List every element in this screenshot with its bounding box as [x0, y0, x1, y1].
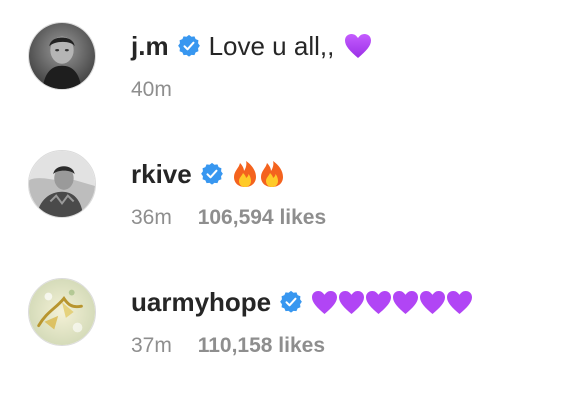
avatar-photo-icon: [29, 23, 95, 89]
avatar-photo-icon: [29, 151, 95, 217]
comment-line: j.m Love u all,,: [131, 26, 558, 66]
avatar[interactable]: [28, 150, 96, 218]
timestamp[interactable]: 36m: [131, 206, 172, 229]
comment-line: rkive: [131, 154, 558, 194]
timestamp[interactable]: 37m: [131, 334, 172, 357]
avatar[interactable]: [28, 278, 96, 346]
comment-text: Love u all,,: [208, 30, 335, 61]
comment-body: uarmyhope 37m 110,158 likes: [131, 282, 558, 358]
comment-line: uarmyhope: [131, 282, 558, 322]
username-link[interactable]: j.m: [131, 31, 169, 62]
avatar[interactable]: [28, 22, 96, 90]
purple-heart-icon: [311, 290, 338, 315]
username-link[interactable]: rkive: [131, 159, 192, 190]
verified-badge-icon: [177, 34, 201, 58]
comment-body: rkive 36m 106,594 likes: [131, 154, 558, 230]
username-link[interactable]: uarmyhope: [131, 287, 271, 318]
comment-meta: 36m 106,594 likes: [131, 206, 558, 230]
purple-heart-icon: [344, 33, 372, 59]
comment-item: rkive 36m 106,594 likes: [28, 140, 558, 240]
purple-heart-icon: [338, 290, 365, 315]
fire-icon: [232, 160, 258, 188]
purple-heart-icon: [419, 290, 446, 315]
fire-icon: [259, 160, 285, 188]
likes-count-link[interactable]: 110,158 likes: [198, 334, 325, 357]
comment-item: uarmyhope 37m 110,158 likes: [28, 268, 558, 368]
verified-badge-icon: [200, 162, 224, 186]
timestamp[interactable]: 40m: [131, 78, 172, 101]
purple-heart-icon: [446, 290, 473, 315]
comment-body: j.m Love u all,, 40m: [131, 26, 558, 102]
comment-item: j.m Love u all,, 40m: [28, 12, 558, 112]
verified-badge-icon: [279, 290, 303, 314]
avatar-photo-icon: [29, 279, 95, 345]
purple-heart-icon: [392, 290, 419, 315]
comment-meta: 40m: [131, 78, 558, 102]
likes-count-link[interactable]: 106,594 likes: [198, 206, 326, 229]
purple-heart-icon: [365, 290, 392, 315]
comment-meta: 37m 110,158 likes: [131, 334, 558, 358]
